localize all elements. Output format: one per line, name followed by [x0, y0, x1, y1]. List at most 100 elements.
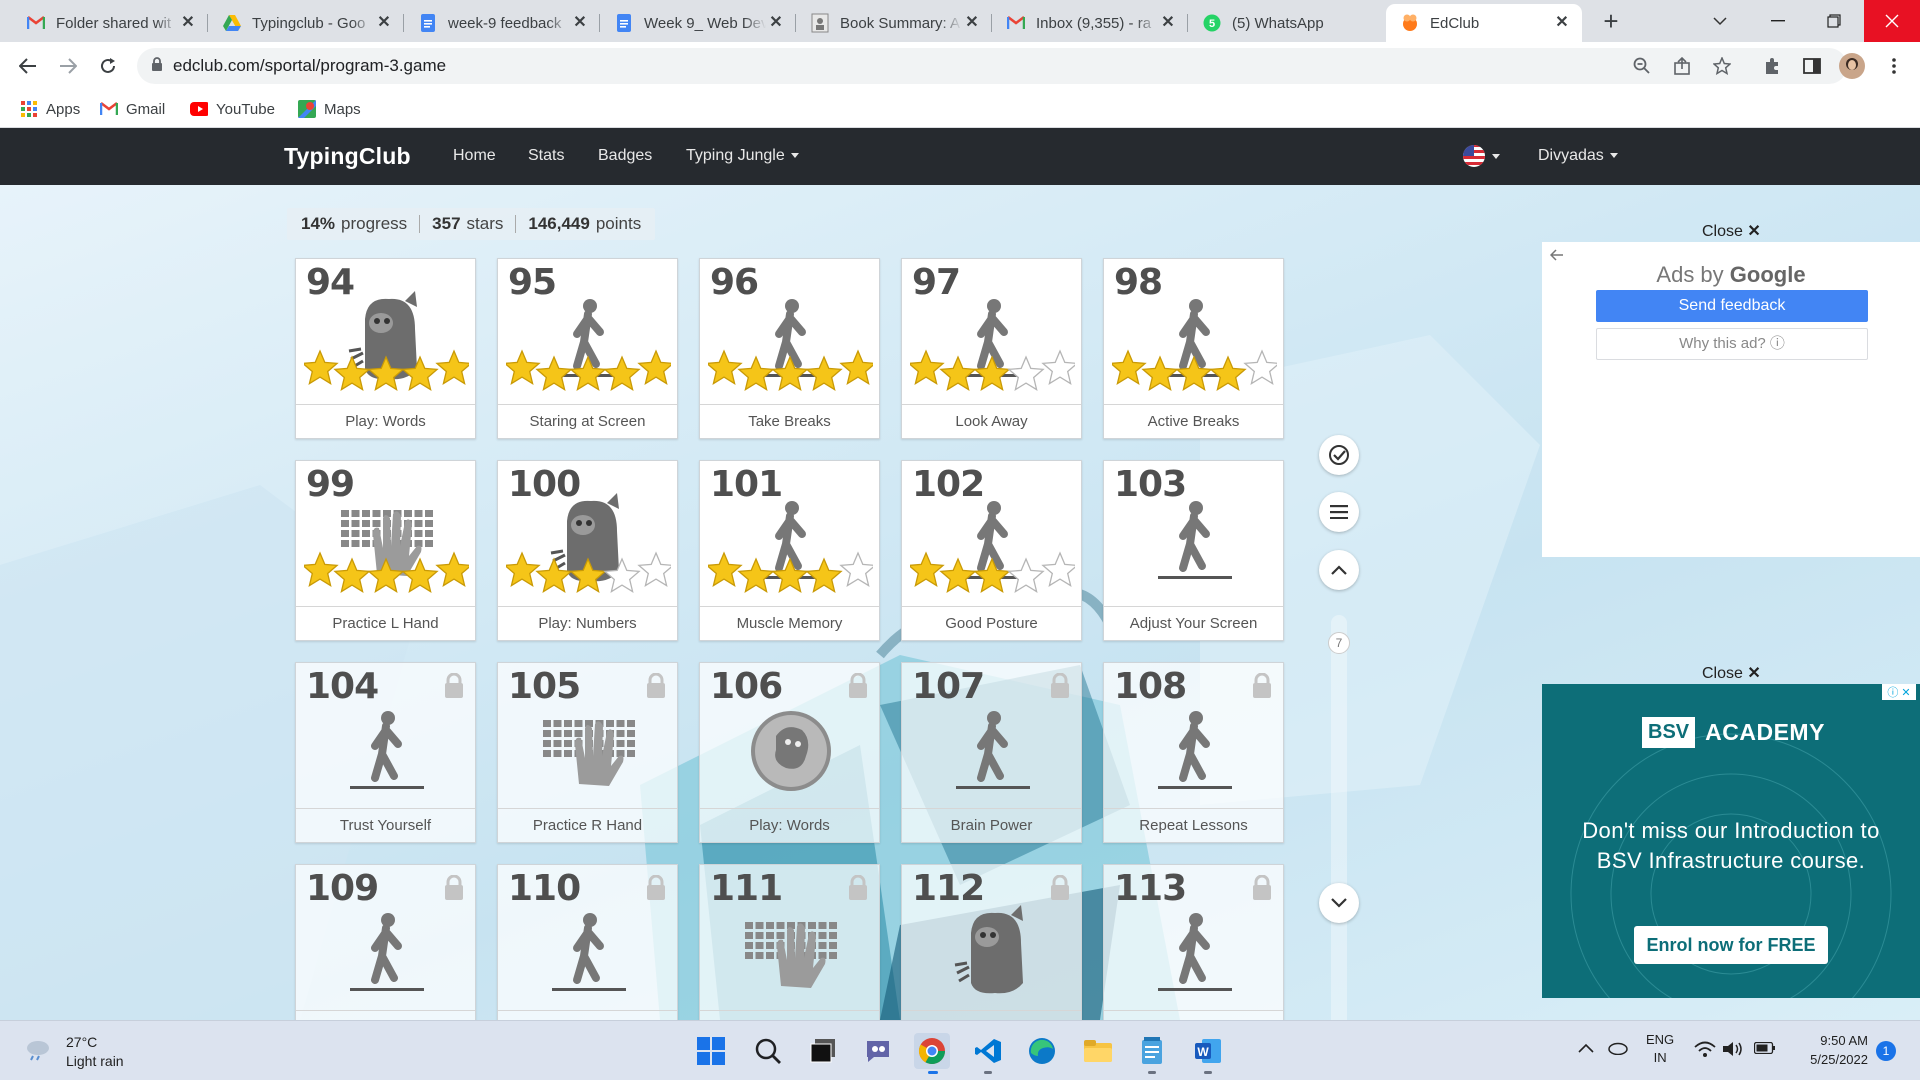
- show-hidden-icons[interactable]: [1578, 1041, 1594, 1056]
- lesson-card[interactable]: 98 Active Breaks: [1103, 258, 1284, 439]
- close-icon[interactable]: ✕: [374, 13, 394, 33]
- lock-icon[interactable]: [151, 56, 163, 76]
- lesson-card[interactable]: 111: [699, 864, 880, 1020]
- profile-avatar[interactable]: [1838, 52, 1866, 80]
- notification-badge[interactable]: 1: [1876, 1041, 1896, 1061]
- close-icon[interactable]: ✕: [962, 13, 982, 33]
- tab-typingclub-drive[interactable]: Typingclub - Goo ✕: [208, 4, 404, 42]
- ad-close-button[interactable]: Close ✕: [1702, 663, 1761, 683]
- lesson-card[interactable]: 97 Look Away: [901, 258, 1082, 439]
- lesson-card[interactable]: 96 Take Breaks: [699, 258, 880, 439]
- volume-icon[interactable]: [1722, 1041, 1744, 1060]
- close-icon[interactable]: ✕: [1158, 13, 1178, 33]
- lesson-card[interactable]: 102 Good Posture: [901, 460, 1082, 641]
- close-icon[interactable]: ✕: [766, 13, 786, 33]
- lesson-card[interactable]: 95 Staring at Screen: [497, 258, 678, 439]
- star-filled-icon: [737, 557, 775, 593]
- vscode-icon[interactable]: [970, 1033, 1006, 1069]
- chevron-up-icon[interactable]: [1319, 550, 1359, 590]
- nav-home[interactable]: Home: [453, 147, 496, 165]
- nav-stats[interactable]: Stats: [528, 147, 564, 165]
- forward-icon[interactable]: [54, 52, 82, 80]
- list-menu-icon[interactable]: [1319, 492, 1359, 532]
- user-menu[interactable]: Divyadas: [1538, 147, 1618, 165]
- chevron-down-icon[interactable]: [1319, 883, 1359, 923]
- weather-widget[interactable]: 27°C Light rain: [24, 1033, 124, 1071]
- star-filled-icon: [333, 557, 371, 593]
- ad-close-button[interactable]: Close ✕: [1702, 221, 1761, 241]
- lesson-card[interactable]: 108 Repeat Lessons: [1103, 662, 1284, 843]
- task-view-icon[interactable]: [805, 1033, 841, 1069]
- lesson-card[interactable]: 107 Brain Power: [901, 662, 1082, 843]
- lesson-card[interactable]: 112: [901, 864, 1082, 1020]
- language-indicator[interactable]: ENG IN: [1646, 1031, 1674, 1067]
- teams-chat-icon[interactable]: [860, 1033, 896, 1069]
- minimize-icon[interactable]: [1750, 0, 1806, 42]
- clock[interactable]: 9:50 AM 5/25/2022: [1796, 1031, 1868, 1069]
- tab-search-icon[interactable]: [1690, 0, 1750, 42]
- nav-typing-jungle[interactable]: Typing Jungle: [686, 147, 799, 165]
- close-icon[interactable]: ✕: [570, 13, 590, 33]
- close-icon[interactable]: ✕: [1552, 13, 1572, 33]
- windows-start-icon[interactable]: [693, 1033, 729, 1069]
- lesson-card[interactable]: 104 Trust Yourself: [295, 662, 476, 843]
- bsv-academy-ad[interactable]: ⓘ ✕ BSV ACADEMY Don't miss our Introduct…: [1542, 684, 1920, 998]
- tab-edclub[interactable]: EdClub ✕: [1386, 4, 1582, 42]
- site-logo[interactable]: TypingClub: [284, 143, 411, 170]
- tab-inbox[interactable]: Inbox (9,355) - ra ✕: [992, 4, 1188, 42]
- send-feedback-button[interactable]: Send feedback: [1596, 290, 1868, 322]
- adchoices-icon[interactable]: ⓘ ✕: [1882, 684, 1916, 700]
- bookmark-apps[interactable]: Apps: [20, 98, 80, 120]
- url-text[interactable]: edclub.com/sportal/program-3.game: [173, 56, 446, 76]
- side-panel-icon[interactable]: [1798, 52, 1826, 80]
- tab-folder-shared[interactable]: Folder shared wit ✕: [12, 4, 208, 42]
- tab-week9-feedback[interactable]: week-9 feedback ✕: [404, 4, 600, 42]
- close-icon[interactable]: ✕: [178, 13, 198, 33]
- zoom-icon[interactable]: [1628, 52, 1656, 80]
- lesson-card[interactable]: 99 Practice L Hand: [295, 460, 476, 641]
- battery-icon[interactable]: [1753, 1041, 1776, 1057]
- checkmark-circle-icon[interactable]: [1319, 435, 1359, 475]
- enrol-button[interactable]: Enrol now for FREE: [1634, 926, 1828, 964]
- tab-whatsapp[interactable]: 5 (5) WhatsApp: [1188, 4, 1384, 42]
- extensions-icon[interactable]: [1758, 52, 1786, 80]
- tab-week9-webdev[interactable]: Week 9_ Web Dev ✕: [600, 4, 796, 42]
- language-selector[interactable]: [1462, 144, 1500, 168]
- notepad-icon[interactable]: [1134, 1033, 1170, 1069]
- lesson-card[interactable]: 106 Play: Words: [699, 662, 880, 843]
- lesson-card[interactable]: 105 Practice R Hand: [497, 662, 678, 843]
- lesson-card[interactable]: 113: [1103, 864, 1284, 1020]
- reload-icon[interactable]: [94, 52, 122, 80]
- restore-icon[interactable]: [1806, 0, 1862, 42]
- chrome-icon[interactable]: [914, 1033, 950, 1069]
- lesson-card[interactable]: 109: [295, 864, 476, 1020]
- lesson-card[interactable]: 101 Muscle Memory: [699, 460, 880, 641]
- menu-dots-icon[interactable]: [1880, 52, 1908, 80]
- lesson-card[interactable]: 100 Play: Numbers: [497, 460, 678, 641]
- tab-book-summary[interactable]: Book Summary: A ✕: [796, 4, 992, 42]
- lesson-card[interactable]: 110: [497, 864, 678, 1020]
- bookmark-gmail[interactable]: Gmail: [100, 98, 165, 120]
- address-bar[interactable]: edclub.com/sportal/program-3.game: [137, 48, 1847, 84]
- back-icon[interactable]: [14, 52, 42, 80]
- bookmark-maps[interactable]: Maps: [298, 98, 361, 120]
- window-close-icon[interactable]: [1864, 0, 1920, 42]
- tab-title: Typingclub - Goo: [252, 14, 366, 32]
- lesson-card[interactable]: 103 Adjust Your Screen: [1103, 460, 1284, 641]
- file-explorer-icon[interactable]: [1080, 1033, 1116, 1069]
- bookmark-youtube[interactable]: YouTube: [190, 98, 275, 120]
- map-scrollbar[interactable]: [1331, 615, 1347, 1020]
- wifi-icon[interactable]: [1694, 1041, 1716, 1060]
- search-icon[interactable]: [750, 1033, 786, 1069]
- nav-badges[interactable]: Badges: [598, 147, 652, 165]
- share-icon[interactable]: [1668, 52, 1696, 80]
- clock-date: 5/25/2022: [1810, 1052, 1868, 1067]
- bookmark-star-icon[interactable]: [1708, 52, 1736, 80]
- onedrive-icon[interactable]: [1606, 1041, 1628, 1058]
- new-tab-button[interactable]: +: [1596, 8, 1626, 36]
- lesson-title: Brain Power: [902, 808, 1081, 842]
- why-this-ad-button[interactable]: Why this ad? ⓘ: [1596, 328, 1868, 360]
- lesson-card[interactable]: 94 Play: Words: [295, 258, 476, 439]
- word-icon[interactable]: W: [1190, 1033, 1226, 1069]
- edge-icon[interactable]: [1024, 1033, 1060, 1069]
